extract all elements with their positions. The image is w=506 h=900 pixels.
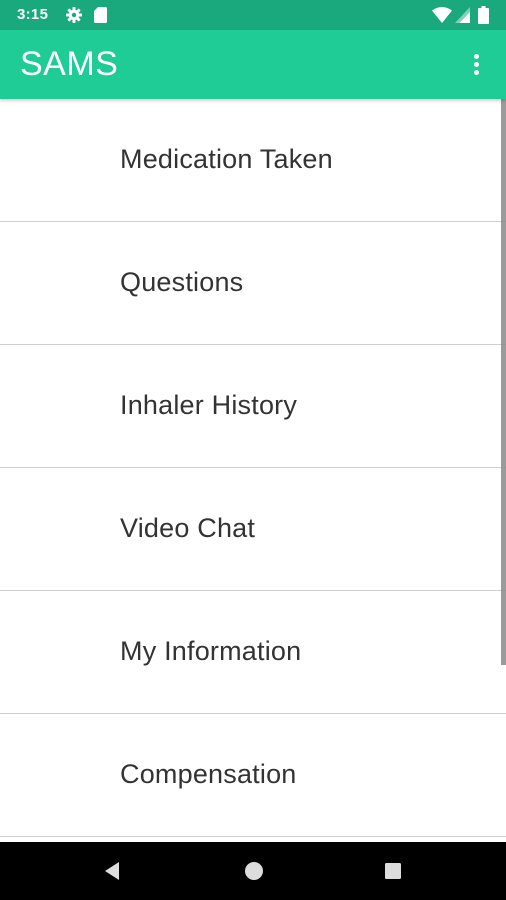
menu-item-questions[interactable]: Questions [0,222,506,345]
battery-icon [478,6,489,24]
status-bar: 3:15 [0,0,506,30]
menu-dot [474,70,479,75]
recents-icon[interactable] [378,856,408,886]
menu-item-label: Inhaler History [120,390,298,420]
menu-item-label: Compensation [120,759,297,789]
scrollbar[interactable] [501,99,506,665]
status-time: 3:15 [17,6,49,23]
system-nav-bar [0,842,506,900]
menu-item-my-information[interactable]: My Information [0,591,506,714]
more-vert-icon[interactable] [456,44,496,84]
menu-item-label: Questions [120,267,244,297]
settings-gear-icon [66,7,82,23]
menu-list: Medication Taken Questions Inhaler Histo… [0,99,506,842]
menu-dot [474,62,479,67]
menu-item-inhaler-history[interactable]: Inhaler History [0,345,506,468]
menu-item-label: My Information [120,636,302,666]
signal-icon [455,7,470,23]
menu-dot [474,54,479,59]
wifi-icon [432,7,452,23]
app-title: SAMS [20,45,119,83]
home-icon[interactable] [239,856,269,886]
menu-item-compensation[interactable]: Compensation [0,714,506,837]
back-icon[interactable] [98,856,128,886]
app-bar: SAMS [0,30,506,99]
menu-item-label: Video Chat [120,513,256,543]
menu-item-medication-taken[interactable]: Medication Taken [0,99,506,222]
sd-card-icon [94,7,107,23]
menu-item-label: Medication Taken [120,144,333,174]
menu-item-video-chat[interactable]: Video Chat [0,468,506,591]
